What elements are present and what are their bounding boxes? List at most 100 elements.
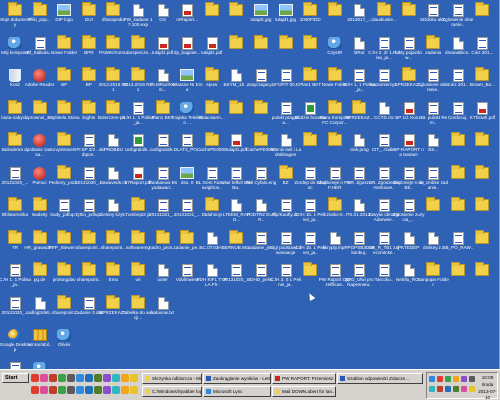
taskbar-window-button[interactable]: Zaokrąglanie wyników - Letni...	[203, 373, 271, 384]
desktop-icon[interactable]: kalaxow.txt	[150, 296, 176, 331]
doc-icon	[83, 134, 95, 147]
taskbar-window-button[interactable]: Mail DOWN.abert for lan...	[272, 386, 336, 397]
tray-icon[interactable]	[453, 386, 459, 392]
desktop-icon[interactable]	[273, 34, 299, 71]
folder-icon	[254, 132, 268, 146]
desktop-icon[interactable]	[199, 2, 225, 38]
quick-launch-icon[interactable]	[94, 374, 102, 382]
tray-icon[interactable]	[445, 386, 451, 392]
desktop-icon[interactable]: Zglosienie obieranie..	[442, 4, 473, 38]
tray-icon[interactable]	[461, 376, 467, 382]
desktop-icon[interactable]	[469, 262, 495, 298]
desktop-icon[interactable]	[445, 262, 471, 298]
folder-icon	[327, 99, 342, 114]
desktop-icon[interactable]: KTDowh.pdf	[469, 101, 495, 136]
tray-icon[interactable]	[453, 376, 459, 382]
taskbar-window-button[interactable]: Skrzynka odbiorcza - Mi...	[142, 373, 202, 384]
quick-launch-icon[interactable]	[130, 374, 138, 382]
taskbar-window-button[interactable]: PW RAPORT: Przemiesz...	[272, 373, 336, 384]
quick-launch-icon[interactable]	[76, 386, 84, 394]
quick-launch-icon[interactable]	[40, 386, 48, 394]
tray-icon[interactable]	[437, 376, 443, 382]
quick-launch-icon[interactable]	[121, 374, 129, 382]
quick-launch-icon[interactable]	[103, 374, 111, 382]
desktop-icon[interactable]: BB_PO_RAW..	[442, 231, 473, 266]
quick-launch-icon[interactable]	[103, 386, 111, 394]
doc-icon	[477, 36, 489, 50]
desktop-icon[interactable]	[469, 2, 495, 38]
desktop-icon[interactable]	[297, 132, 323, 168]
desktop-icon[interactable]	[420, 197, 446, 233]
quick-launch-icon[interactable]	[85, 374, 93, 382]
tray-icon[interactable]	[461, 386, 467, 392]
folder-icon	[57, 67, 72, 81]
desktop-icon[interactable]	[469, 132, 495, 168]
quick-launch-icon[interactable]	[112, 374, 120, 382]
desktop-icon[interactable]	[445, 197, 471, 233]
desktop-icon[interactable]	[248, 34, 274, 71]
desktop-icon[interactable]: claudiuske...	[371, 2, 397, 38]
file-icon	[428, 231, 440, 245]
desktop-icon[interactable]	[469, 164, 495, 201]
quick-launch-icon[interactable]	[58, 374, 66, 382]
desktop-icon[interactable]	[469, 197, 495, 233]
quick-launch-icon[interactable]	[58, 386, 66, 394]
folder-icon	[8, 197, 22, 211]
desktop-icon[interactable]: Dalacsarm...	[199, 99, 225, 136]
desktop-icon[interactable]: Anenis last i Ladnikbagen	[270, 134, 301, 168]
desktop-icon[interactable]	[469, 229, 495, 266]
desktop-icon[interactable]: BS...	[420, 134, 446, 168]
quick-launch-icon[interactable]	[49, 374, 57, 382]
quick-launch-icon[interactable]	[67, 374, 75, 382]
folder-icon	[32, 197, 47, 211]
desktop-icon[interactable]: tulajd1.pdf	[199, 36, 225, 71]
quick-launch-icon[interactable]	[94, 386, 102, 394]
desktop-icon[interactable]: Sanpupa Folder	[418, 262, 449, 298]
quick-launch-icon[interactable]	[130, 386, 138, 394]
pdf-icon	[182, 4, 194, 17]
desktop-icon[interactable]: Ciez 201...	[469, 36, 495, 71]
tray-icon[interactable]	[469, 386, 475, 392]
folder-icon	[278, 34, 293, 49]
tray-icon[interactable]	[437, 386, 443, 392]
quick-launch-icon[interactable]	[31, 386, 39, 394]
tray-icon[interactable]	[445, 376, 451, 382]
clock-time[interactable]: 10:09	[477, 375, 498, 381]
desktop-icon[interactable]: C:/H 3. 0 1 Pelinei_ja..	[270, 264, 301, 298]
quick-launch-icon[interactable]	[121, 386, 129, 394]
desktop-icon[interactable]: nrRaport...	[174, 4, 200, 38]
folder-icon	[106, 229, 121, 244]
desktop[interactable]: Moje dokumenty Pliki_pop... DIP logo GUI dha…	[0, 0, 500, 369]
desktop-icon[interactable]: Zglosienie zuzycia_...	[393, 199, 424, 233]
desktop-icon[interactable]: ce_zmbke zadanie..	[418, 166, 448, 201]
quick-launch-icon[interactable]	[85, 386, 93, 394]
taskbar-window-button[interactable]: Szablon odpowiedzi Zolacze...	[337, 373, 423, 384]
desktop-icon[interactable]	[223, 34, 249, 71]
doc-icon	[280, 231, 292, 245]
desktop-icon[interactable]: Olivini	[51, 329, 77, 363]
tray-icon[interactable]	[429, 376, 435, 382]
xls-icon	[133, 134, 144, 147]
file-icon	[157, 264, 169, 277]
desktop-icon[interactable]: Brown_Bo...	[469, 67, 495, 103]
desktop-icon[interactable]: Prodwoiske	[27, 361, 53, 369]
desktop-icon[interactable]	[445, 132, 471, 168]
pdf-icon	[157, 36, 169, 50]
quick-launch-icon[interactable]	[49, 386, 57, 394]
desktop-icon[interactable]: 20131020_...	[2, 361, 28, 369]
taskbar-window-button[interactable]: Microsoft Lync	[203, 386, 271, 397]
quick-launch-icon[interactable]	[67, 386, 75, 394]
quick-launch-icon[interactable]	[31, 374, 39, 382]
taskbar-window-button[interactable]: C:/Windows/Syabber login.js	[142, 386, 202, 397]
desktop-icon[interactable]	[223, 99, 249, 136]
tray-icon[interactable]	[429, 386, 435, 392]
quick-launch-icon[interactable]	[76, 374, 84, 382]
img-icon	[180, 69, 195, 81]
tray-icon[interactable]	[469, 376, 475, 382]
quick-launch-icon[interactable]	[40, 374, 48, 382]
desktop-icon[interactable]: 1000F/DD	[297, 2, 323, 38]
desktop-icon[interactable]	[445, 164, 471, 201]
start-button[interactable]: Start	[2, 373, 29, 383]
doc-icon	[83, 166, 95, 180]
quick-launch-icon[interactable]	[112, 386, 120, 394]
